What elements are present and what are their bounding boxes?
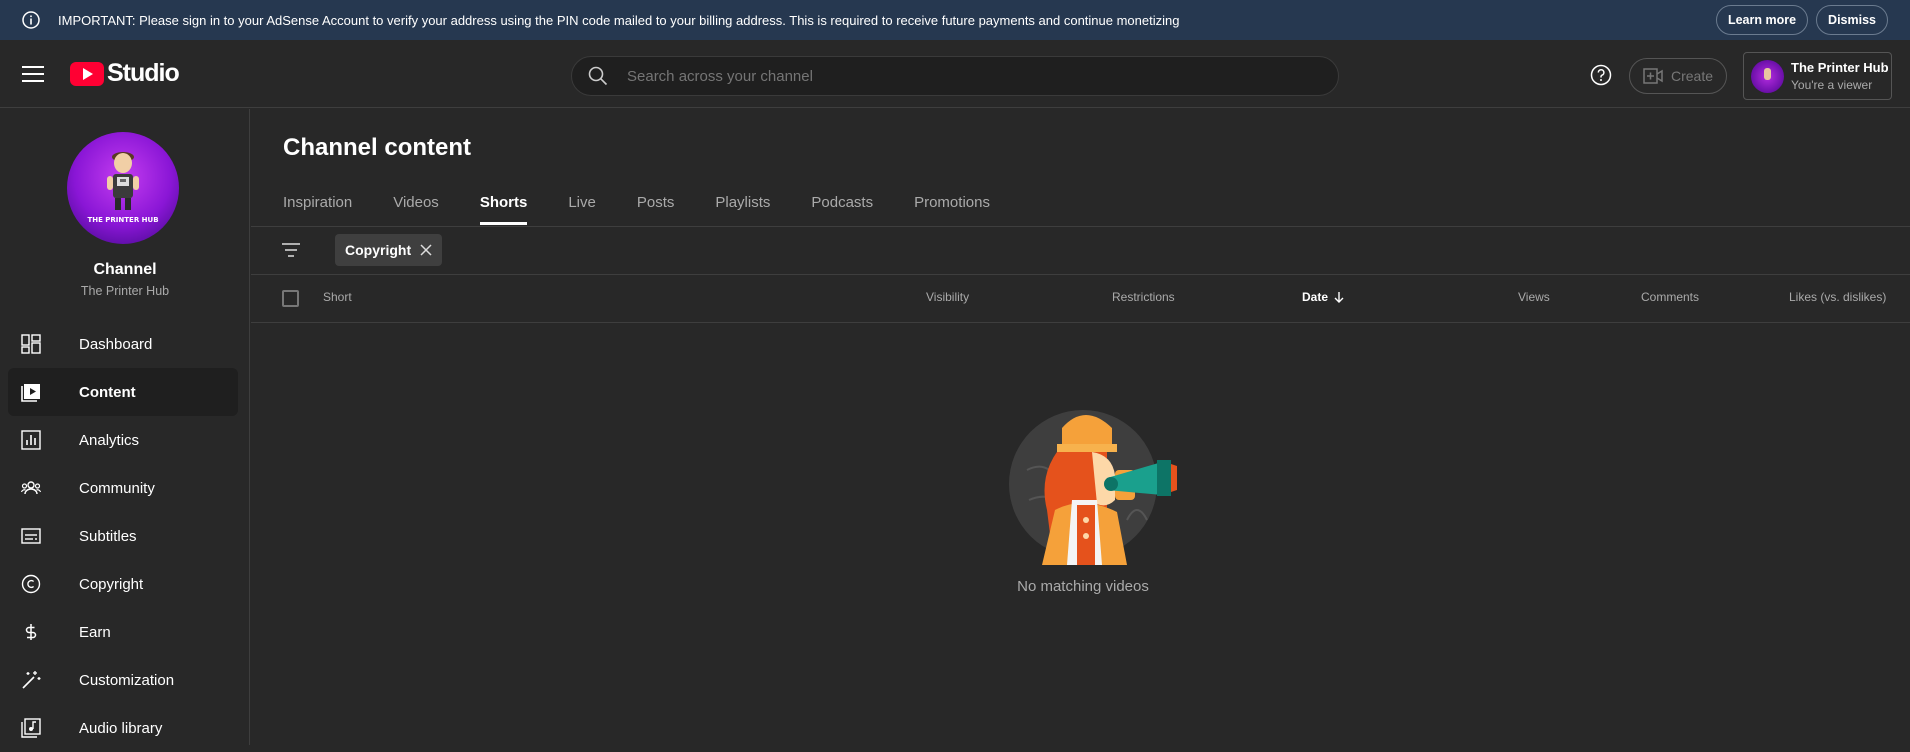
tab-podcasts[interactable]: Podcasts <box>811 185 873 225</box>
sidebar-item-copyright[interactable]: Copyright <box>8 560 238 608</box>
sidebar-item-label: Earn <box>79 623 111 641</box>
tab-promotions[interactable]: Promotions <box>914 185 990 225</box>
sidebar-item-label: Audio library <box>79 719 163 737</box>
sidebar-item-label: Analytics <box>79 431 140 449</box>
column-visibility: Visibility <box>926 290 970 304</box>
sidebar-item-label: Content <box>79 383 136 401</box>
youtube-play-icon <box>70 61 104 86</box>
learn-more-button[interactable]: Learn more <box>1715 5 1809 35</box>
sidebar-item-label: Community <box>79 479 155 497</box>
account-switcher[interactable]: The Printer Hub You're a viewer <box>1743 52 1892 100</box>
sidebar-item-subtitles[interactable]: Subtitles <box>8 512 238 560</box>
sidebar-item-label: Subtitles <box>79 527 137 545</box>
empty-state-illustration <box>1009 410 1177 565</box>
search-input[interactable] <box>627 67 1227 85</box>
sidebar-item-label: Dashboard <box>79 335 153 353</box>
tab-posts[interactable]: Posts <box>637 185 675 225</box>
magic-wand-icon <box>22 671 41 689</box>
channel-avatar[interactable]: THE PRINTER HUB <box>67 132 179 244</box>
banner-message: IMPORTANT: Please sign in to your AdSens… <box>58 12 1180 28</box>
column-likes: Likes (vs. dislikes) <box>1789 290 1887 304</box>
account-name: The Printer Hub <box>1791 60 1889 75</box>
filter-divider <box>251 274 1910 275</box>
sidebar-item-community[interactable]: Community <box>8 464 238 512</box>
sidebar-item-earn[interactable]: Earn <box>8 608 238 656</box>
column-views: Views <box>1518 290 1550 304</box>
community-icon <box>21 481 41 495</box>
top-header: Studio Create The Printer Hub You're a v… <box>0 40 1910 108</box>
channel-avatar-text: THE PRINTER HUB <box>87 216 159 224</box>
select-all-checkbox[interactable] <box>282 290 299 307</box>
column-date-label: Date <box>1302 290 1329 304</box>
search-bar[interactable] <box>571 56 1339 96</box>
adsense-banner: IMPORTANT: Please sign in to your AdSens… <box>0 0 1910 40</box>
sidebar-nav: Dashboard Content Analytics Community Su… <box>8 320 238 752</box>
column-date[interactable]: Date <box>1302 290 1345 304</box>
create-label: Create <box>1670 68 1714 84</box>
create-button[interactable]: Create <box>1629 58 1727 94</box>
create-video-icon <box>1643 68 1663 84</box>
content-tabs: Inspiration Videos Shorts Live Posts Pla… <box>283 185 1031 225</box>
table-header-divider <box>251 322 1910 323</box>
column-comments: Comments <box>1641 290 1700 304</box>
filter-chip-copyright[interactable]: Copyright <box>335 234 443 266</box>
dashboard-icon <box>21 334 41 354</box>
studio-logo[interactable]: Studio <box>70 59 180 88</box>
sidebar-item-customization[interactable]: Customization <box>8 656 238 704</box>
sidebar-item-dashboard[interactable]: Dashboard <box>8 320 238 368</box>
earn-icon <box>25 624 37 640</box>
dismiss-button[interactable]: Dismiss <box>1816 5 1888 35</box>
empty-state-message: No matching videos <box>1017 578 1149 595</box>
audio-library-icon <box>21 718 41 738</box>
filter-chip-label: Copyright <box>345 242 412 258</box>
close-icon[interactable] <box>420 244 432 256</box>
column-short: Short <box>323 290 352 304</box>
sidebar-item-label: Copyright <box>79 575 144 593</box>
tab-videos[interactable]: Videos <box>393 185 439 225</box>
tab-playlists[interactable]: Playlists <box>715 185 770 225</box>
tab-live[interactable]: Live <box>568 185 596 225</box>
page-title: Channel content <box>283 134 472 161</box>
sidebar-item-content[interactable]: Content <box>8 368 238 416</box>
content-icon <box>21 384 40 402</box>
account-avatar <box>1751 59 1784 93</box>
logo-text: Studio <box>107 59 180 87</box>
sidebar: THE PRINTER HUB Channel The Printer Hub … <box>0 109 250 745</box>
search-icon <box>588 66 608 86</box>
channel-name: The Printer Hub <box>80 284 170 298</box>
arrow-down-icon <box>1334 292 1344 303</box>
sidebar-item-label: Customization <box>79 671 175 689</box>
copyright-icon <box>21 574 41 594</box>
account-role: You're a viewer <box>1791 78 1873 92</box>
info-icon <box>22 11 40 29</box>
channel-mascot-icon <box>107 152 139 210</box>
channel-title: Channel <box>93 261 157 278</box>
filter-icon[interactable] <box>281 240 301 260</box>
sidebar-item-analytics[interactable]: Analytics <box>8 416 238 464</box>
analytics-icon <box>21 430 41 450</box>
column-restrictions: Restrictions <box>1112 290 1175 304</box>
menu-icon[interactable] <box>22 65 44 82</box>
help-icon[interactable] <box>1590 64 1612 86</box>
tab-shorts[interactable]: Shorts <box>479 185 527 225</box>
tab-inspiration[interactable]: Inspiration <box>283 185 352 225</box>
subtitles-icon <box>21 528 41 544</box>
tabs-divider <box>251 226 1910 227</box>
